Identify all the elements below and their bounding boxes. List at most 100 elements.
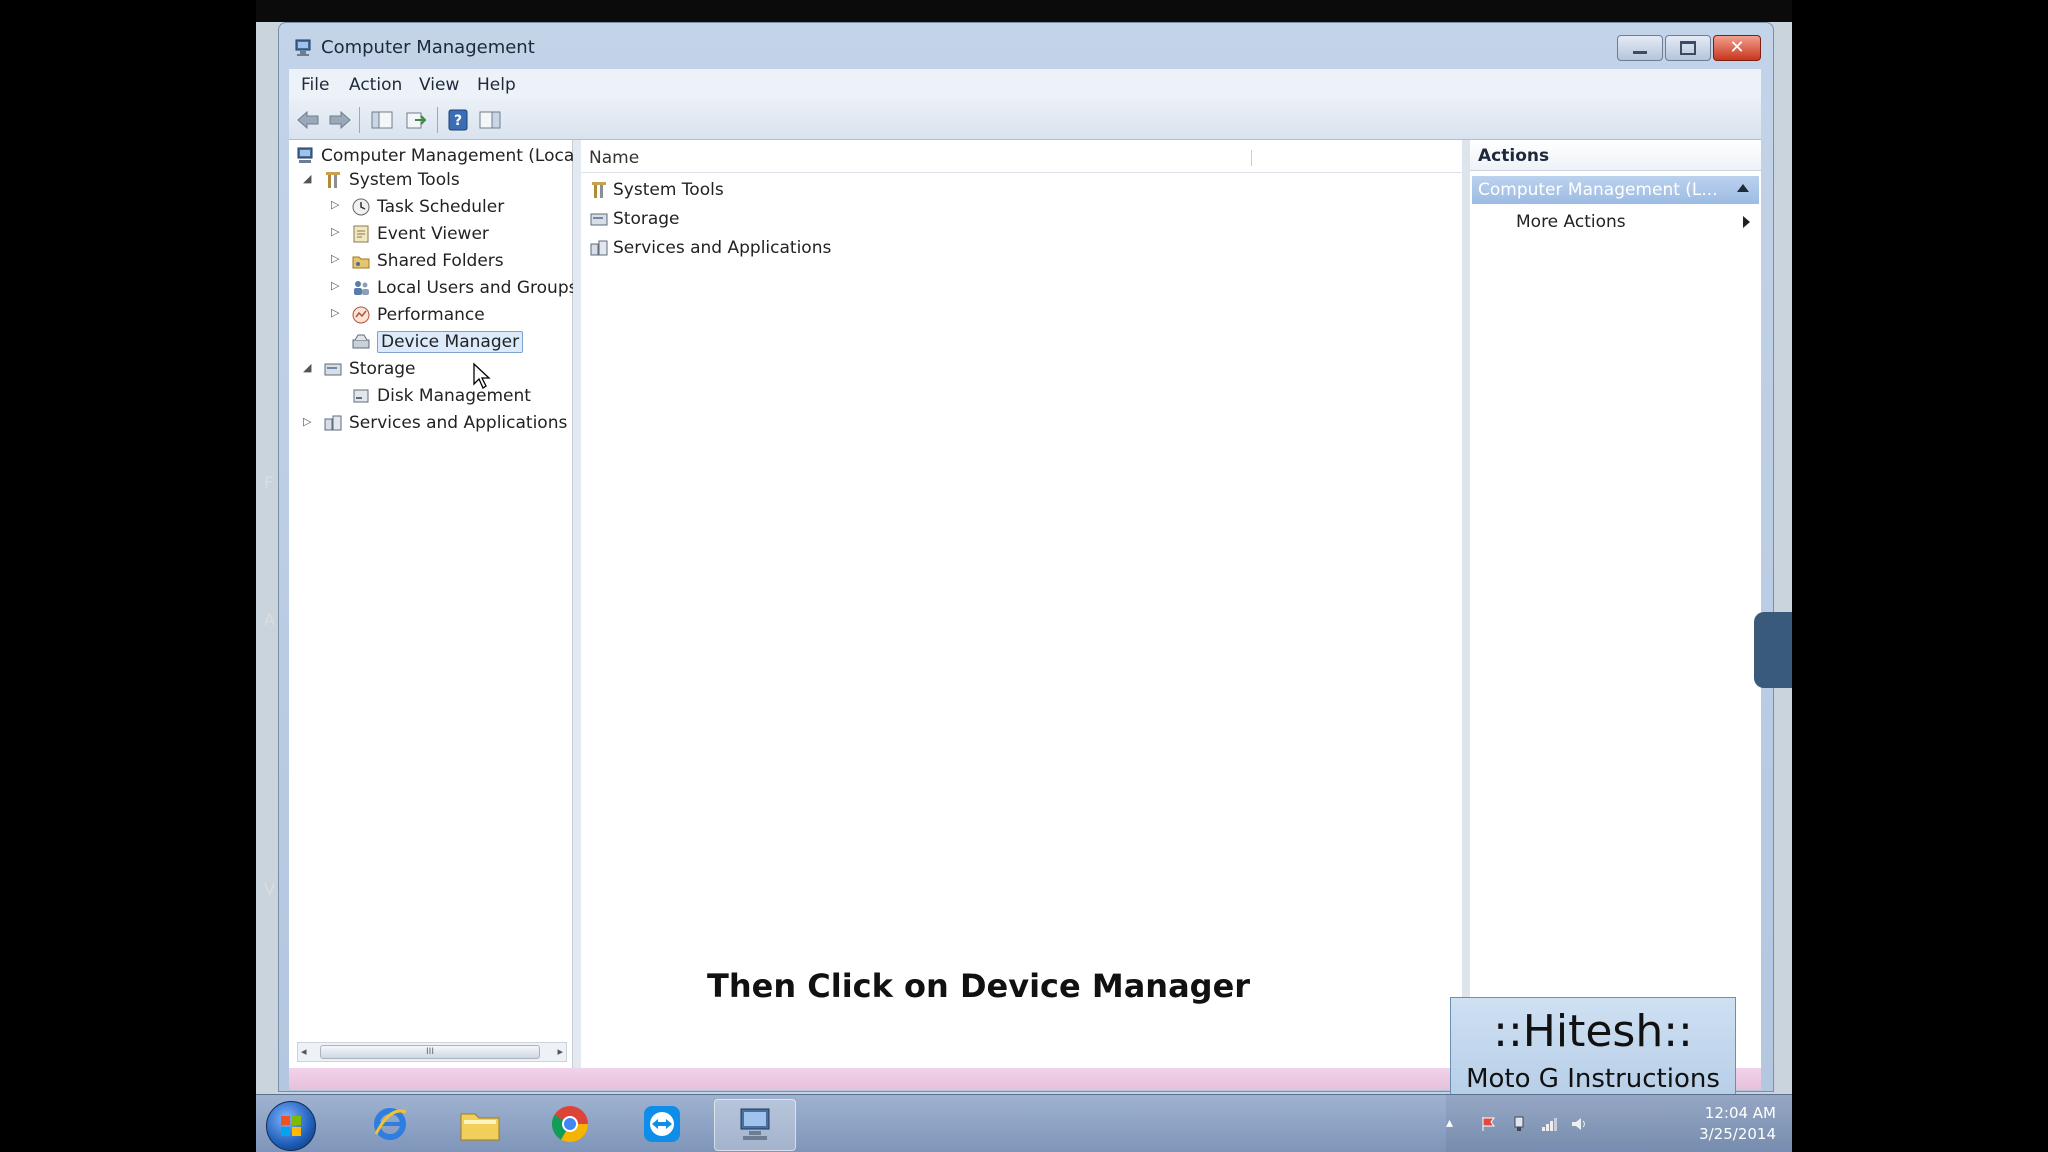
column-name-header[interactable]: Name xyxy=(589,148,639,168)
expand-arrow-icon[interactable]: ▷ xyxy=(331,252,339,265)
users-icon xyxy=(354,281,369,295)
expand-arrow-icon[interactable]: ▷ xyxy=(331,198,339,211)
internet-explorer-icon xyxy=(374,1108,407,1140)
show-hide-tree-icon xyxy=(371,111,393,129)
tree-item-performance[interactable]: Performance xyxy=(351,303,485,327)
tree-item-disk-management[interactable]: Disk Management xyxy=(351,384,531,408)
help-icon: ? xyxy=(448,109,468,131)
tree-item-task-scheduler[interactable]: Task Scheduler xyxy=(351,195,504,219)
collapse-arrow-icon[interactable]: ◢ xyxy=(303,361,311,374)
desktop-top-strip xyxy=(256,0,1792,22)
expand-arrow-icon[interactable]: ▷ xyxy=(331,279,339,292)
forward-button[interactable] xyxy=(327,107,353,133)
maximize-icon xyxy=(1680,41,1696,55)
menu-bar: File Action View Help xyxy=(289,69,1761,99)
event-log-icon xyxy=(353,225,369,243)
taskbar-internet-explorer[interactable] xyxy=(350,1099,430,1149)
submenu-arrow-icon xyxy=(1743,216,1750,228)
device-manager-icon xyxy=(352,334,370,349)
column-divider[interactable] xyxy=(1251,150,1252,166)
action-center-flag-icon[interactable] xyxy=(1480,1115,1498,1133)
menu-action[interactable]: Action xyxy=(349,75,402,95)
export-list-button[interactable] xyxy=(403,107,429,133)
actions-section-label: Computer Management (L... xyxy=(1478,180,1718,200)
minimize-button[interactable] xyxy=(1617,35,1663,61)
screen: F A V Computer Management ✕ File Action xyxy=(256,0,1792,1152)
list-item[interactable]: Services and Applications xyxy=(589,235,831,261)
actions-header: Actions xyxy=(1470,140,1761,171)
tree-item-label: Services and Applications xyxy=(349,413,568,433)
list-item[interactable]: Storage xyxy=(589,206,680,232)
list-item[interactable]: System Tools xyxy=(589,177,724,203)
tree-item-label: Performance xyxy=(377,305,485,325)
tree-item-storage[interactable]: Storage xyxy=(323,357,416,381)
toolbar: ? xyxy=(289,99,1761,140)
tree-item-local-users-and-groups[interactable]: Local Users and Groups xyxy=(351,276,577,300)
scroll-thumb[interactable]: III xyxy=(320,1045,540,1059)
tutorial-caption: Then Click on Device Manager xyxy=(707,967,1251,1005)
taskbar-computer-management[interactable] xyxy=(714,1099,796,1151)
results-pane: Name System Tools Storage Services and A… xyxy=(581,140,1462,1068)
close-button[interactable]: ✕ xyxy=(1713,35,1761,61)
desktop-fragment: V xyxy=(264,880,275,899)
collapse-up-icon[interactable] xyxy=(1737,184,1749,192)
taskbar-clock[interactable]: 12:04 AM 3/25/2014 xyxy=(1666,1103,1776,1145)
menu-view[interactable]: View xyxy=(419,75,459,95)
actions-section-header[interactable]: Computer Management (L... xyxy=(1472,176,1759,204)
tree-item-label: Device Manager xyxy=(377,331,524,353)
services-icon xyxy=(324,415,342,431)
scroll-right-icon[interactable]: ▸ xyxy=(557,1045,563,1058)
clock-time: 12:04 AM xyxy=(1704,1104,1776,1122)
expand-arrow-icon[interactable]: ▷ xyxy=(303,415,311,428)
computer-management-icon xyxy=(297,147,313,163)
tree-item-shared-folders[interactable]: Shared Folders xyxy=(351,249,504,273)
help-button[interactable]: ? xyxy=(445,107,471,133)
file-explorer-icon xyxy=(460,1113,500,1141)
tree-item-label: Disk Management xyxy=(377,386,531,406)
expand-arrow-icon[interactable]: ▷ xyxy=(331,225,339,238)
taskbar-teamviewer[interactable] xyxy=(622,1099,702,1149)
tree-item-services-and-applications[interactable]: Services and Applications xyxy=(323,411,567,435)
pane-splitter[interactable] xyxy=(573,140,581,1068)
tree-horizontal-scrollbar[interactable]: ◂ III ▸ xyxy=(297,1042,567,1062)
maximize-button[interactable] xyxy=(1665,35,1711,61)
taskbar-chrome[interactable] xyxy=(530,1099,610,1149)
tree-root[interactable]: Computer Management (Local xyxy=(295,144,579,168)
column-header[interactable]: Name xyxy=(581,142,1462,173)
more-actions-item[interactable]: More Actions xyxy=(1516,208,1756,236)
expand-arrow-icon[interactable]: ▷ xyxy=(331,306,339,319)
volume-icon[interactable] xyxy=(1570,1115,1588,1133)
taskbar-file-explorer[interactable] xyxy=(440,1099,520,1149)
show-hide-action-pane-icon xyxy=(479,111,501,129)
windows-logo-icon xyxy=(281,1116,301,1136)
back-icon xyxy=(297,110,319,130)
tree-item-label: Shared Folders xyxy=(377,251,504,271)
show-hide-action-pane-button[interactable] xyxy=(477,107,503,133)
close-icon: ✕ xyxy=(1729,37,1745,58)
show-hide-tree-button[interactable] xyxy=(369,107,395,133)
scroll-left-icon[interactable]: ◂ xyxy=(301,1045,307,1058)
clock-date: 3/25/2014 xyxy=(1699,1125,1776,1143)
computer-management-icon xyxy=(295,39,311,56)
tree-item-system-tools[interactable]: System Tools xyxy=(323,168,460,192)
network-signal-icon[interactable] xyxy=(1540,1115,1558,1133)
tools-icon xyxy=(326,172,340,188)
clock-icon xyxy=(352,198,370,216)
tree-item-event-viewer[interactable]: Event Viewer xyxy=(351,222,489,246)
collapse-arrow-icon[interactable]: ◢ xyxy=(303,172,311,185)
tree-item-label: System Tools xyxy=(349,170,460,190)
menu-file[interactable]: File xyxy=(301,75,329,95)
taskbar: ▴ 12:04 AM 3/25/2014 xyxy=(256,1094,1792,1152)
title-bar[interactable]: Computer Management ✕ xyxy=(279,23,1773,69)
teamviewer-side-tab[interactable] xyxy=(1754,612,1792,688)
start-button[interactable] xyxy=(266,1101,316,1151)
tree-item-device-manager[interactable]: Device Manager xyxy=(351,330,524,354)
chrome-icon xyxy=(551,1106,588,1143)
usb-device-icon[interactable] xyxy=(1510,1115,1528,1133)
watermark-subtitle: Moto G Instructions xyxy=(1466,1064,1720,1094)
pane-splitter[interactable] xyxy=(1462,140,1470,1068)
show-hidden-icons-icon[interactable]: ▴ xyxy=(1446,1115,1464,1133)
disk-icon xyxy=(353,389,369,403)
back-button[interactable] xyxy=(295,107,321,133)
menu-help[interactable]: Help xyxy=(477,75,516,95)
